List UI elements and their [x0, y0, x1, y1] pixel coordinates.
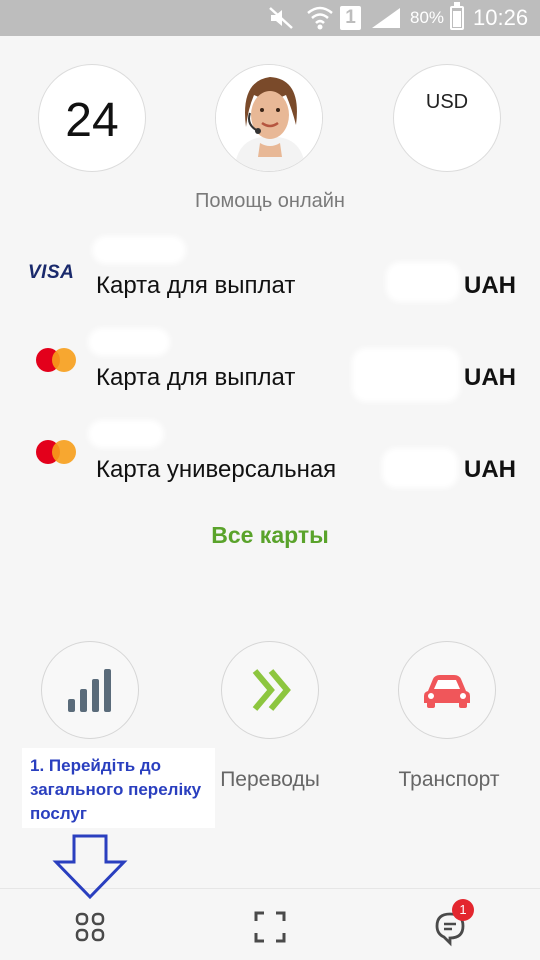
currency-rates-button[interactable]: USD	[393, 64, 501, 172]
sim-icon: 1	[340, 6, 361, 30]
battery-percent: 80%	[410, 8, 445, 27]
scan-icon	[254, 911, 286, 943]
mastercard-logo	[28, 440, 76, 466]
mute-icon	[269, 7, 293, 29]
clock: 10:26	[473, 5, 529, 30]
car-icon	[423, 674, 470, 708]
online-help-label[interactable]: Помощь онлайн	[150, 190, 390, 213]
mobile-service-button[interactable]	[41, 641, 139, 739]
support-avatar-button[interactable]	[215, 64, 323, 172]
transfers-button[interactable]	[221, 641, 319, 739]
redacted-balance	[352, 348, 460, 402]
card-currency: UAH	[464, 364, 516, 391]
status-bar: 1 80% 10:26	[0, 0, 540, 36]
redacted-balance	[382, 448, 458, 488]
redacted-card-number	[92, 236, 186, 264]
card-name: Карта для выплат	[96, 272, 296, 299]
instruction-tooltip: 1. Перейдіть до загального переліку посл…	[22, 748, 215, 828]
catalog-icon	[75, 912, 105, 942]
all-cards-link[interactable]: Все карты	[160, 522, 380, 549]
services-catalog-button[interactable]	[70, 907, 110, 947]
redacted-card-number	[88, 420, 164, 448]
arrow-down-icon	[52, 834, 128, 900]
signal-bars-icon	[67, 668, 111, 712]
redacted-rate	[414, 123, 484, 149]
chat-badge: 1	[452, 899, 474, 921]
support-operator-avatar	[216, 65, 322, 171]
transport-button[interactable]	[398, 641, 496, 739]
transport-label: Транспорт	[398, 768, 500, 791]
scan-button[interactable]	[250, 907, 290, 947]
mastercard-logo	[28, 348, 76, 374]
chat-button[interactable]: 1	[430, 899, 474, 947]
visa-logo: VISA	[28, 262, 75, 283]
transfers-label: Переводы	[220, 768, 320, 791]
card-currency: UAH	[464, 272, 516, 299]
card-name: Карта для выплат	[96, 364, 296, 391]
wifi-icon	[307, 6, 333, 30]
signal-icon	[372, 8, 400, 28]
day-number: 24	[65, 94, 119, 147]
redacted-card-number	[88, 328, 170, 356]
currency-code: USD	[425, 91, 469, 113]
double-chevron-icon	[252, 668, 291, 711]
card-name: Карта универсальная	[96, 456, 337, 483]
calendar-day-button[interactable]: 24	[38, 64, 146, 172]
redacted-balance	[386, 262, 460, 302]
battery-icon	[450, 2, 464, 30]
card-currency: UAH	[464, 456, 516, 483]
